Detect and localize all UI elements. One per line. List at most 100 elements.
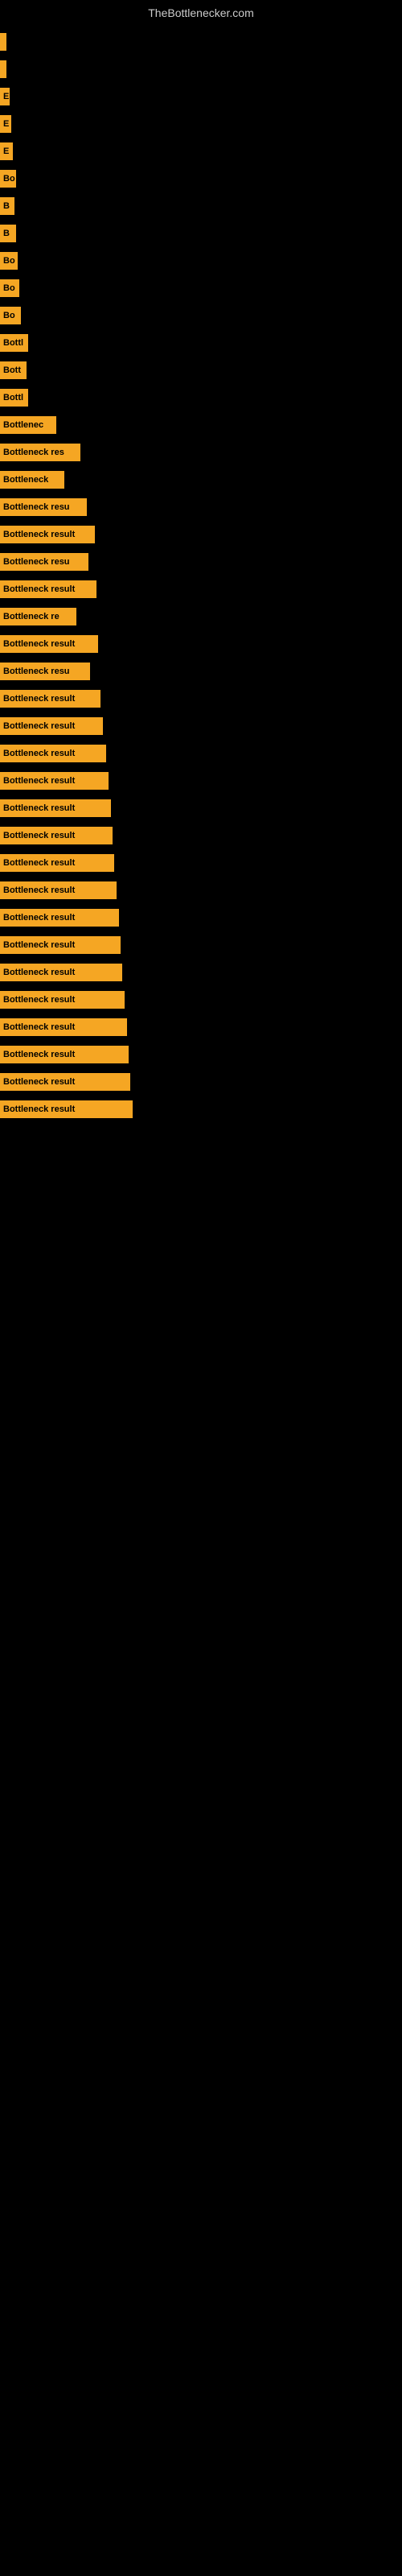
bar-row: Bottleneck res	[0, 441, 402, 464]
bar-item: Bottlenec	[0, 416, 56, 434]
bar-row: Bottleneck result	[0, 1071, 402, 1093]
bar-item: Bottleneck result	[0, 1073, 130, 1091]
bar-item	[0, 60, 6, 78]
bar-label: Bottleneck	[3, 475, 48, 485]
bar-row	[0, 58, 402, 80]
bar-item: Bottleneck result	[0, 799, 111, 817]
bar-row: Bottleneck result	[0, 852, 402, 874]
bar-label: Bottleneck result	[3, 584, 75, 594]
bar-label: Bo	[3, 283, 15, 293]
bar-item	[0, 33, 6, 51]
bar-label: Bo	[3, 174, 15, 184]
bar-row: Bottl	[0, 386, 402, 409]
bar-row: Bottl	[0, 332, 402, 354]
bar-label: Bottleneck result	[3, 721, 75, 731]
bar-item: Bottleneck result	[0, 827, 113, 844]
bar-item: Bottleneck re	[0, 608, 76, 625]
bar-label: Bo	[3, 311, 15, 320]
bar-row: Bottlenec	[0, 414, 402, 436]
bar-item: Bottl	[0, 334, 28, 352]
bar-label: Bottl	[3, 393, 23, 402]
bar-row: Bottleneck result	[0, 578, 402, 601]
bar-label: Bottleneck result	[3, 831, 75, 840]
bar-row: Bottleneck result	[0, 687, 402, 710]
bar-label: Bottleneck resu	[3, 502, 70, 512]
bar-label: Bottleneck result	[3, 1022, 75, 1032]
bar-row: B	[0, 195, 402, 217]
bar-label: E	[3, 119, 9, 129]
bar-item: Bo	[0, 170, 16, 188]
bar-label: Bottleneck result	[3, 1104, 75, 1114]
bar-label: Bottleneck re	[3, 612, 59, 621]
bar-label: Bottleneck result	[3, 639, 75, 649]
bar-row: Bo	[0, 304, 402, 327]
bar-row: E	[0, 140, 402, 163]
bar-row: Bott	[0, 359, 402, 382]
bar-label: Bottleneck result	[3, 1077, 75, 1087]
bar-item: Bottleneck resu	[0, 498, 87, 516]
bar-item: Bottleneck	[0, 471, 64, 489]
bar-label: Bottleneck result	[3, 1050, 75, 1059]
bar-item: Bottleneck result	[0, 991, 125, 1009]
bar-item: Bottleneck result	[0, 690, 100, 708]
bar-row: Bottleneck resu	[0, 551, 402, 573]
bar-row: Bottleneck resu	[0, 496, 402, 518]
bar-item: Bo	[0, 307, 21, 324]
bar-item: Bottleneck result	[0, 936, 121, 954]
bar-label: Bottleneck result	[3, 530, 75, 539]
bar-item: Bott	[0, 361, 27, 379]
bar-row: Bottleneck result	[0, 797, 402, 819]
bar-row: Bottleneck result	[0, 989, 402, 1011]
bar-item: Bottleneck result	[0, 1046, 129, 1063]
site-title: TheBottlenecker.com	[0, 0, 402, 23]
bar-label: B	[3, 229, 10, 238]
bar-row: Bottleneck re	[0, 605, 402, 628]
bar-row: Bottleneck result	[0, 523, 402, 546]
bar-label: Bottleneck result	[3, 749, 75, 758]
bar-item: Bo	[0, 252, 18, 270]
bar-row: E	[0, 85, 402, 108]
bar-item: E	[0, 142, 13, 160]
bar-label: Bottleneck result	[3, 858, 75, 868]
bar-label: Bottleneck result	[3, 968, 75, 977]
bar-item: Bottleneck result	[0, 635, 98, 653]
bar-item: Bo	[0, 279, 19, 297]
bar-row: Bottleneck result	[0, 1016, 402, 1038]
bar-item: Bottleneck resu	[0, 553, 88, 571]
bar-item: Bottleneck resu	[0, 663, 90, 680]
bar-row: Bottleneck result	[0, 934, 402, 956]
bar-row: Bo	[0, 250, 402, 272]
bar-row: Bottleneck result	[0, 879, 402, 902]
bar-label: Bottleneck result	[3, 995, 75, 1005]
bar-label: Bottleneck result	[3, 803, 75, 813]
bar-item: Bottl	[0, 389, 28, 407]
bar-row: Bottleneck result	[0, 1043, 402, 1066]
bar-row: Bottleneck result	[0, 824, 402, 847]
bars-container: E E E Bo B B Bo Bo Bo Bottl Bott Bottl Bottlenec Bott…	[0, 23, 402, 1121]
bar-row	[0, 31, 402, 53]
bar-item: Bottleneck result	[0, 854, 114, 872]
bar-item: E	[0, 88, 10, 105]
bar-label: Bottleneck resu	[3, 667, 70, 676]
bar-row: E	[0, 113, 402, 135]
bar-row: Bo	[0, 277, 402, 299]
bar-label: B	[3, 201, 10, 211]
bar-label: Bottleneck result	[3, 694, 75, 704]
bar-item: Bottleneck result	[0, 772, 109, 790]
bar-item: Bottleneck result	[0, 1100, 133, 1118]
bar-row: Bo	[0, 167, 402, 190]
bar-item: Bottleneck result	[0, 717, 103, 735]
bar-row: B	[0, 222, 402, 245]
bar-item: Bottleneck result	[0, 964, 122, 981]
bar-item: B	[0, 225, 16, 242]
bar-label: Bottleneck res	[3, 448, 64, 457]
bar-item: Bottleneck result	[0, 526, 95, 543]
bar-item: Bottleneck res	[0, 444, 80, 461]
bar-row: Bottleneck resu	[0, 660, 402, 683]
bar-label: Bottleneck result	[3, 886, 75, 895]
bar-label: Bottleneck resu	[3, 557, 70, 567]
bar-row: Bottleneck result	[0, 633, 402, 655]
bar-row: Bottleneck result	[0, 770, 402, 792]
bar-label: E	[3, 92, 9, 101]
bar-row: Bottleneck result	[0, 961, 402, 984]
